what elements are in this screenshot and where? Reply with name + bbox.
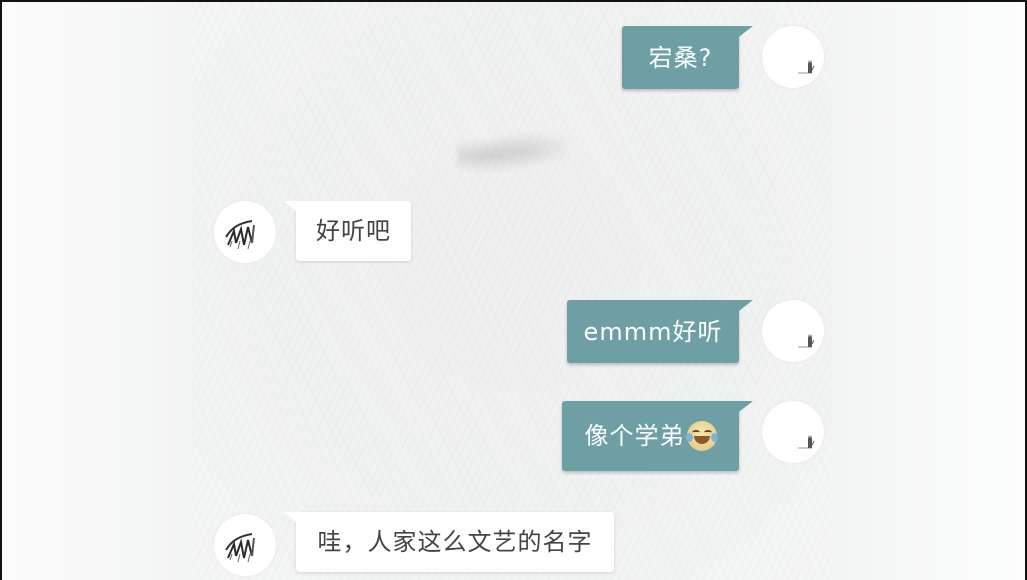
message-bubble-received[interactable]: 好听吧	[284, 201, 411, 261]
message-bubble-sent[interactable]: 像个学弟	[562, 401, 753, 471]
message-text: 像个学弟	[584, 422, 685, 450]
tears-of-joy-emoji-icon	[685, 421, 718, 451]
my-avatar-icon[interactable]	[762, 26, 824, 88]
message-text: 好听吧	[316, 217, 391, 245]
left-margin	[2, 2, 197, 580]
background-smudge	[457, 134, 567, 174]
chat-window: 宕桑? 好听吧 emmm好听 像个学弟 哇，人家这么文艺的名字	[0, 0, 1027, 580]
other-avatar-icon[interactable]	[214, 201, 276, 263]
my-avatar-icon[interactable]	[762, 300, 824, 362]
message-text: emmm好听	[583, 317, 723, 346]
message-text: 宕桑?	[648, 43, 713, 72]
right-margin	[825, 2, 1025, 580]
other-avatar-icon[interactable]	[214, 514, 276, 576]
message-bubble-received[interactable]: 哇，人家这么文艺的名字	[284, 512, 614, 572]
message-text: 哇，人家这么文艺的名字	[317, 528, 593, 556]
message-bubble-sent[interactable]: emmm好听	[567, 300, 753, 363]
message-bubble-sent[interactable]: 宕桑?	[622, 26, 753, 89]
my-avatar-icon[interactable]	[762, 401, 824, 463]
